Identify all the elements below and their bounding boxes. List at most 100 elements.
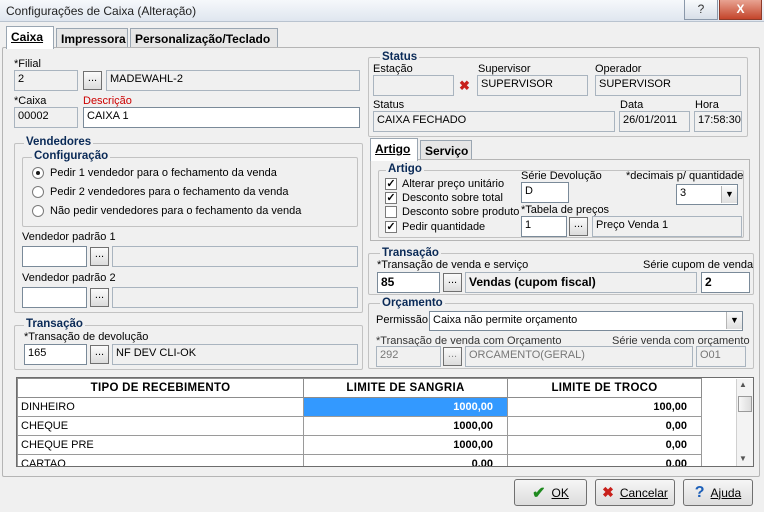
filial-lookup-button[interactable]: ... bbox=[83, 71, 102, 90]
checkbox-empty-icon bbox=[385, 206, 397, 218]
table-row[interactable]: CHEQUE 1000,00 0,00 bbox=[17, 416, 702, 436]
estacao-label: Estação bbox=[373, 63, 413, 75]
tabela-precos-label: *Tabela de preços bbox=[521, 204, 610, 216]
vendedor-padrao-1-name bbox=[112, 246, 358, 267]
supervisor-label: Supervisor bbox=[478, 63, 531, 75]
grid-cell-troco[interactable]: 0,00 bbox=[507, 416, 702, 436]
ok-button[interactable]: ✔ OK bbox=[514, 479, 587, 506]
operador-field: SUPERVISOR bbox=[595, 75, 741, 96]
transacao-orcamento-field: 292 bbox=[376, 346, 441, 367]
check-alterar-preco[interactable]: ✓ Alterar preço unitário bbox=[385, 178, 504, 190]
scroll-down-icon[interactable]: ▼ bbox=[739, 454, 747, 463]
radio-pedir-2-vendedores[interactable]: Pedir 2 vendedores para o fechamento da … bbox=[32, 186, 289, 198]
col-header-sangria[interactable]: LIMITE DE SANGRIA bbox=[303, 378, 508, 398]
transacao-devolucao-title: Transação bbox=[24, 318, 85, 330]
transacao-venda-title: Transação bbox=[380, 247, 441, 259]
tab-impressora[interactable]: Impressora bbox=[56, 28, 128, 48]
close-title-button[interactable]: X bbox=[719, 0, 762, 20]
permissao-select[interactable]: Caixa não permite orçamento ▼ bbox=[429, 311, 743, 331]
table-row[interactable]: DINHEIRO 1000,00 100,00 bbox=[17, 397, 702, 417]
vendedor-padrao-2-name bbox=[112, 287, 358, 308]
transacao-devolucao-lookup-button[interactable]: ... bbox=[90, 345, 109, 364]
chevron-down-icon: ▼ bbox=[726, 312, 742, 329]
help-question-icon: ? bbox=[694, 483, 705, 501]
grid-cell-sangria[interactable]: 1000,00 bbox=[303, 397, 508, 417]
table-row[interactable]: CHEQUE PRE 1000,00 0,00 bbox=[17, 435, 702, 455]
radio-dot-icon bbox=[32, 167, 44, 179]
grid-cell-sangria[interactable]: 0,00 bbox=[303, 454, 508, 466]
supervisor-missing-icon: ✖ bbox=[459, 78, 470, 93]
filial-name-field: MADEWAHL-2 bbox=[106, 70, 360, 91]
grid-cell-troco[interactable]: 100,00 bbox=[507, 397, 702, 417]
scroll-thumb[interactable] bbox=[738, 396, 752, 412]
vendedor-padrao-1-lookup-button[interactable]: ... bbox=[90, 247, 109, 266]
tabela-precos-field[interactable]: 1 bbox=[521, 216, 567, 237]
serie-devolucao-label: Série Devolução bbox=[521, 170, 602, 182]
filial-code-field[interactable]: 2 bbox=[14, 70, 78, 91]
grid-cell-tipo[interactable]: CHEQUE bbox=[17, 416, 304, 436]
table-row[interactable]: CARTAO 0,00 0,00 bbox=[17, 454, 702, 466]
check-desconto-produto[interactable]: Desconto sobre produto bbox=[385, 206, 519, 218]
help-button[interactable]: ? Ajuda bbox=[683, 479, 753, 506]
caixa-field[interactable]: 00002 bbox=[14, 107, 78, 128]
checkmark-icon: ✓ bbox=[385, 192, 397, 204]
vendedor-padrao-2-label: Vendedor padrão 2 bbox=[22, 272, 116, 284]
grid-cell-sangria[interactable]: 1000,00 bbox=[303, 435, 508, 455]
tab-personalizacao[interactable]: Personalização/Teclado bbox=[130, 28, 278, 48]
transacao-venda-lookup-button[interactable]: ... bbox=[443, 273, 462, 292]
chevron-down-icon: ▼ bbox=[721, 186, 737, 203]
tab-servico[interactable]: Serviço bbox=[420, 140, 472, 160]
tab-caixa[interactable]: Caixa bbox=[6, 26, 54, 49]
decimais-label: *decimais p/ quantidade bbox=[626, 170, 744, 182]
estacao-field bbox=[373, 75, 454, 96]
grid-cell-troco[interactable]: 0,00 bbox=[507, 454, 702, 466]
tabela-precos-lookup-button[interactable]: ... bbox=[569, 217, 588, 236]
check-icon: ✔ bbox=[532, 484, 546, 502]
vendedores-title: Vendedores bbox=[24, 136, 94, 148]
filial-label: *Filial bbox=[14, 58, 41, 70]
vendedor-padrao-1-label: Vendedor padrão 1 bbox=[22, 231, 116, 243]
status-label: Status bbox=[373, 99, 405, 111]
operador-label: Operador bbox=[595, 63, 642, 75]
grid-cell-sangria[interactable]: 1000,00 bbox=[303, 416, 508, 436]
transacao-devolucao-field[interactable]: 165 bbox=[24, 344, 87, 365]
serie-cupom-field[interactable]: 2 bbox=[701, 272, 750, 293]
vendedor-padrao-1-field[interactable] bbox=[22, 246, 87, 267]
col-header-tipo[interactable]: TIPO DE RECEBIMENTO bbox=[17, 378, 304, 398]
cancel-x-icon: ✖ bbox=[602, 484, 614, 500]
col-header-troco[interactable]: LIMITE DE TROCO bbox=[507, 378, 702, 398]
transacao-venda-name: Vendas (cupom fiscal) bbox=[465, 272, 697, 293]
grid-cell-troco[interactable]: 0,00 bbox=[507, 435, 702, 455]
status-field: CAIXA FECHADO bbox=[373, 111, 615, 132]
transacao-venda-field[interactable]: 85 bbox=[377, 272, 440, 293]
grid-cell-tipo[interactable]: DINHEIRO bbox=[17, 397, 304, 417]
tab-artigo[interactable]: Artigo bbox=[370, 138, 418, 161]
radio-circle-icon bbox=[32, 205, 44, 217]
transacao-devolucao-name: NF DEV CLI-OK bbox=[112, 344, 358, 365]
radio-pedir-1-vendedor[interactable]: Pedir 1 vendedor para o fechamento da ve… bbox=[32, 167, 277, 179]
grid-cell-tipo[interactable]: CARTAO bbox=[17, 454, 304, 466]
configuracao-title: Configuração bbox=[32, 150, 111, 162]
transacao-venda-label: *Transação de venda e serviço bbox=[377, 259, 529, 271]
artigo-title: Artigo bbox=[386, 163, 424, 175]
vendedor-padrao-2-field[interactable] bbox=[22, 287, 87, 308]
check-pedir-quantidade[interactable]: ✓ Pedir quantidade bbox=[385, 221, 485, 233]
decimais-select[interactable]: 3 ▼ bbox=[676, 184, 738, 205]
radio-nao-pedir-vendedores[interactable]: Não pedir vendedores para o fechamento d… bbox=[32, 205, 301, 217]
hora-field: 17:58:30 bbox=[694, 111, 742, 132]
help-title-button[interactable]: ? bbox=[684, 0, 718, 20]
check-desconto-total[interactable]: ✓ Desconto sobre total bbox=[385, 192, 503, 204]
grid-scrollbar[interactable]: ▲ ▼ bbox=[736, 379, 753, 466]
title-bar: Configurações de Caixa (Alteração) ? X bbox=[0, 0, 764, 22]
descricao-field[interactable]: CAIXA 1 bbox=[83, 107, 360, 128]
serie-devolucao-field[interactable]: D bbox=[521, 182, 569, 203]
vendedor-padrao-2-lookup-button[interactable]: ... bbox=[90, 288, 109, 307]
cancel-button[interactable]: ✖ Cancelar bbox=[595, 479, 675, 506]
grid-cell-tipo[interactable]: CHEQUE PRE bbox=[17, 435, 304, 455]
transacao-orcamento-name: ORCAMENTO(GERAL) bbox=[465, 346, 693, 367]
hora-label: Hora bbox=[695, 99, 719, 111]
caixa-label: *Caixa bbox=[14, 95, 47, 107]
scroll-up-icon[interactable]: ▲ bbox=[739, 380, 747, 389]
recebimento-grid[interactable]: TIPO DE RECEBIMENTO LIMITE DE SANGRIA LI… bbox=[16, 377, 754, 467]
status-title: Status bbox=[380, 51, 420, 63]
